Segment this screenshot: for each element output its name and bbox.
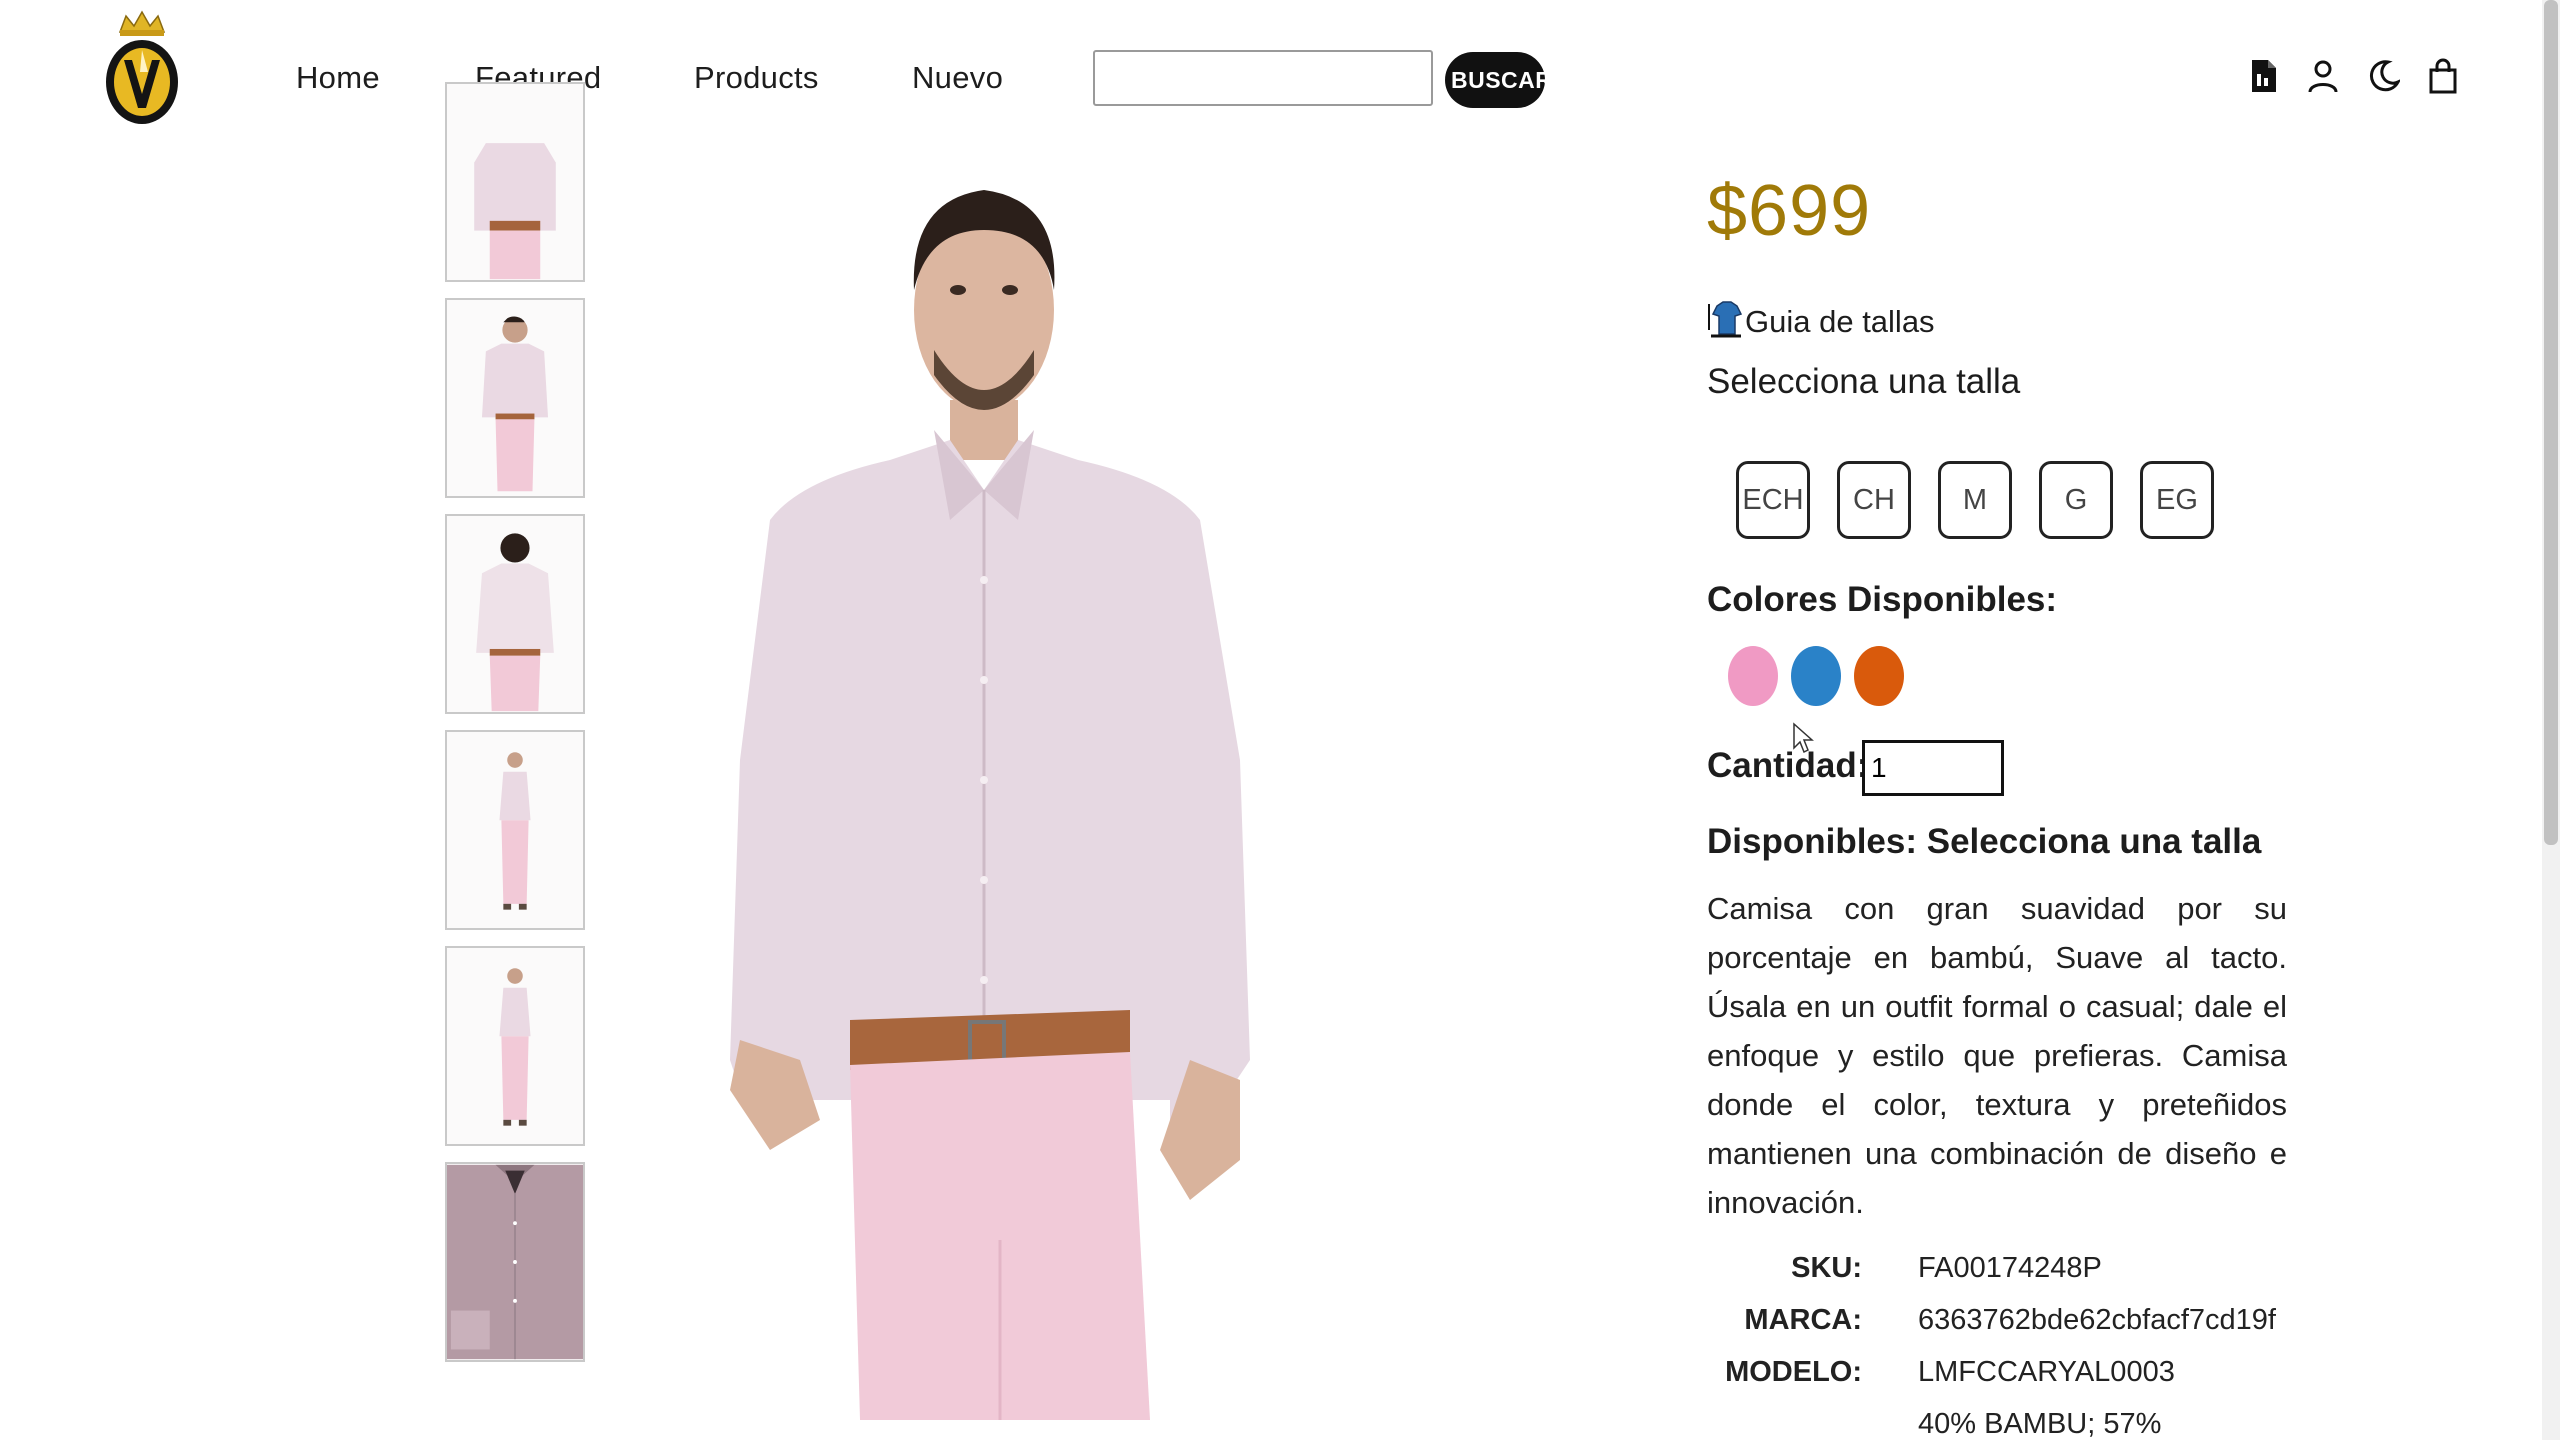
product-thumbnail[interactable]: [445, 946, 585, 1146]
model-label: MODELO:: [1725, 1356, 1862, 1388]
search-button[interactable]: BUSCAR: [1445, 52, 1552, 108]
document-icon[interactable]: [2246, 58, 2280, 94]
brand-label: MARCA:: [1744, 1304, 1862, 1336]
user-icon[interactable]: [2306, 58, 2340, 94]
moon-icon[interactable]: [2366, 58, 2400, 94]
availability-label: Disponibles: Selecciona una talla: [1707, 822, 2262, 861]
thumbnail-image: [476, 533, 554, 712]
thumbnail-image: [499, 968, 531, 1126]
nav-home-link[interactable]: Home: [296, 60, 380, 96]
nav-products-link[interactable]: Products: [694, 60, 819, 96]
search-input[interactable]: [1093, 50, 1433, 106]
color-swatch-blue[interactable]: [1791, 646, 1841, 706]
thumbnail-image: [447, 84, 583, 280]
size-options: ECH CH M G EG: [1736, 461, 2214, 539]
brand-value: 6363762bde62cbfacf7cd19f: [1918, 1304, 2276, 1336]
product-thumbnail[interactable]: [445, 298, 585, 498]
colors-label: Colores Disponibles:: [1707, 580, 2058, 619]
model-wearing-shirt-image: [650, 160, 1370, 1420]
product-thumbnail[interactable]: [445, 1162, 585, 1362]
main-product-image[interactable]: [650, 160, 1370, 1420]
thumbnail-image: [481, 316, 549, 492]
size-option-eg[interactable]: EG: [2140, 461, 2214, 539]
nav-nuevo-link[interactable]: Nuevo: [912, 60, 1003, 96]
size-option-m[interactable]: M: [1938, 461, 2012, 539]
shirt-icon: [1708, 301, 1743, 338]
quantity-label: Cantidad:: [1707, 746, 1869, 785]
product-price: $699: [1707, 171, 1872, 251]
model-value: LMFCCARYAL0003: [1918, 1356, 2175, 1388]
size-option-g[interactable]: G: [2039, 461, 2113, 539]
quantity-input[interactable]: [1862, 740, 2004, 796]
product-thumbnail[interactable]: [445, 730, 585, 930]
sku-label: SKU:: [1791, 1252, 1862, 1284]
page-scrollbar-thumb[interactable]: [2544, 0, 2558, 845]
product-thumbnail[interactable]: [445, 514, 585, 714]
size-option-ech[interactable]: ECH: [1736, 461, 1810, 539]
size-option-ch[interactable]: CH: [1837, 461, 1911, 539]
size-guide-label: Guia de tallas: [1745, 304, 1935, 339]
product-description: Camisa con gran suavidad por su porcenta…: [1707, 891, 2287, 1220]
select-size-label: Selecciona una talla: [1707, 362, 2021, 401]
product-thumbnail[interactable]: [445, 82, 585, 282]
size-guide-link[interactable]: Guia de tallas: [1707, 300, 1935, 340]
crown-logo-icon: [106, 10, 178, 124]
brand-logo[interactable]: [102, 10, 182, 128]
site-header: Home Featured Products Nuevo BUSCAR: [0, 0, 2542, 160]
composition-value: 40% BAMBU; 57%: [1918, 1408, 2162, 1440]
thumbnail-image: [447, 1164, 583, 1360]
bag-icon[interactable]: [2426, 58, 2460, 94]
color-swatch-pink[interactable]: [1728, 646, 1778, 706]
color-swatch-orange[interactable]: [1854, 646, 1904, 706]
sku-value: FA00174248P: [1918, 1252, 2102, 1284]
thumbnail-image: [499, 752, 531, 910]
